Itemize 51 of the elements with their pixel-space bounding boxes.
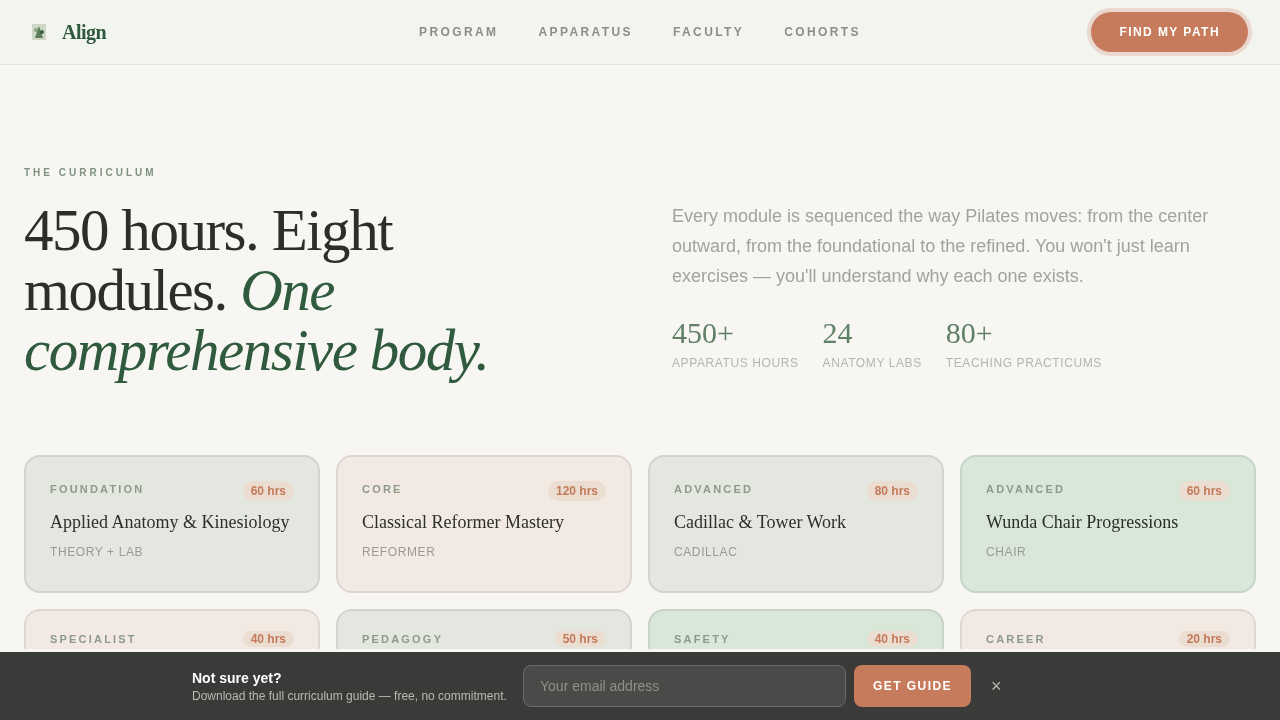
hours-badge: 80 hrs — [866, 481, 918, 501]
module-category: FOUNDATION — [50, 482, 145, 497]
module-category: ADVANCED — [986, 482, 1066, 497]
module-category: ADVANCED — [674, 482, 754, 497]
module-title: Applied Anatomy & Kinesiology — [50, 511, 291, 534]
hours-badge: 60 hrs — [1178, 481, 1230, 501]
hours-badge: 120 hrs — [547, 481, 606, 501]
module-card[interactable]: SPECIALIST 40 hrs — [24, 609, 320, 649]
get-guide-button[interactable]: GET GUIDE — [854, 665, 971, 707]
module-category: PEDAGOGY — [362, 632, 444, 647]
module-card[interactable]: ADVANCED 80 hrs Cadillac & Tower Work CADILLAC — [648, 455, 944, 593]
module-apparatus: CHAIR — [986, 544, 1028, 560]
email-field[interactable]: Your email address — [523, 665, 846, 707]
hours-badge: 20 hrs — [1178, 631, 1230, 647]
nav-link[interactable]: FACULTY — [672, 24, 745, 40]
intro-paragraph: Every module is sequenced the way Pilates moves: from the center outward, from the foundational to the refined. You won't just learn exercises — you'll understand why each one exists. — [672, 205, 1210, 288]
module-card[interactable]: SAFETY 40 hrs — [648, 609, 944, 649]
stat-label: TEACHING PRACTICUMS — [945, 355, 1102, 371]
hours-badge: 50 hrs — [554, 631, 606, 647]
module-card[interactable]: ADVANCED 60 hrs Wunda Chair Progressions CHAIR — [960, 455, 1256, 593]
module-apparatus: THEORY + LAB — [50, 544, 145, 560]
banner-subtitle: Download the full curriculum guide — free, no commitment. — [192, 688, 508, 704]
close-button[interactable]: × — [987, 672, 1006, 700]
banner-title: Not sure yet? — [192, 669, 283, 688]
nav-link[interactable]: COHORTS — [784, 24, 861, 40]
module-category: CAREER — [986, 632, 1046, 647]
module-title: Cadillac & Tower Work — [674, 511, 848, 534]
module-card[interactable]: PEDAGOGY 50 hrs — [336, 609, 632, 649]
nav-link[interactable]: PROGRAM — [419, 24, 499, 40]
module-title: Wunda Chair Progressions — [986, 511, 1180, 534]
brand-name[interactable]: Align — [62, 18, 107, 46]
module-title: Classical Reformer Mastery — [362, 511, 565, 534]
hours-badge: 40 hrs — [866, 631, 918, 647]
module-apparatus: CADILLAC — [674, 544, 739, 560]
hours-badge: 40 hrs — [242, 631, 294, 647]
module-category: SPECIALIST — [50, 632, 137, 647]
stat-label: ANATOMY LABS — [822, 355, 922, 371]
module-card[interactable]: CORE 120 hrs Classical Reformer Mastery REFORMER — [336, 455, 632, 593]
hours-badge: 60 hrs — [242, 481, 294, 501]
nav-link[interactable]: APPARATUS — [538, 24, 633, 40]
section-eyebrow: THE CURRICULUM — [24, 166, 158, 180]
module-category: SAFETY — [674, 632, 731, 647]
stat-value: 24 — [822, 315, 854, 351]
stat-label: APPARATUS HOURS — [672, 355, 799, 371]
module-apparatus: REFORMER — [362, 544, 437, 560]
module-card[interactable]: FOUNDATION 60 hrs Applied Anatomy & Kinesiology THEORY + LAB — [24, 455, 320, 593]
module-category: CORE — [362, 482, 403, 497]
module-card[interactable]: CAREER 20 hrs — [960, 609, 1256, 649]
leaf-logo-icon — [32, 24, 46, 40]
stat-value: 450+ — [672, 315, 735, 351]
stat-value: 80+ — [945, 315, 994, 351]
